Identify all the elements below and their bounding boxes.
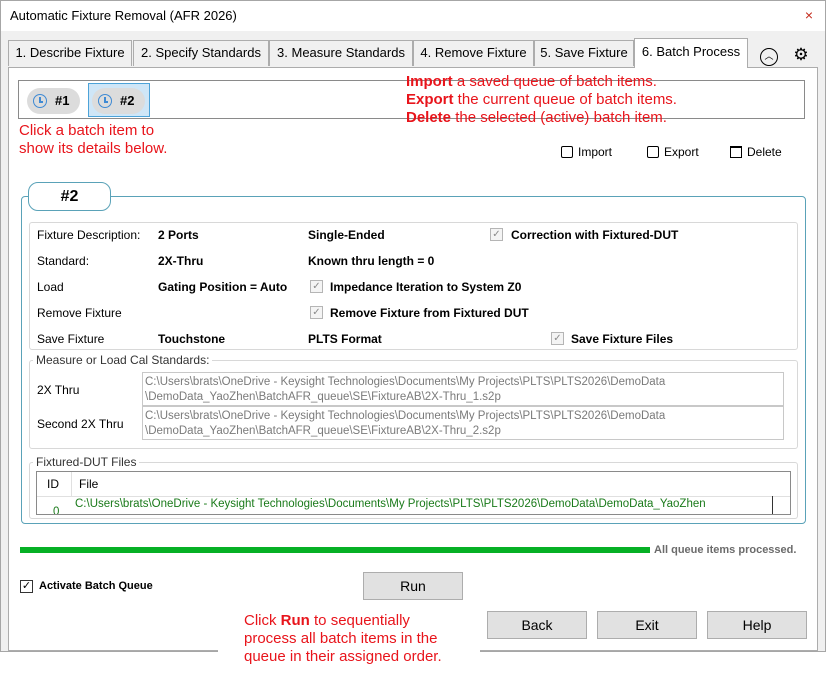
impedance-label: Impedance Iteration to System Z0 — [330, 280, 522, 294]
col-file-header[interactable]: File — [79, 472, 98, 496]
detail-title: #2 — [28, 182, 111, 211]
annotation-delete: Delete the selected (active) batch item. — [406, 109, 667, 126]
annotation-run-3: queue in their assigned order. — [244, 648, 442, 665]
help-button[interactable]: Help — [707, 611, 807, 639]
annotation-run-2: process all batch items in the — [244, 630, 438, 647]
tab-save-fixture[interactable]: 5. Save Fixture — [534, 40, 634, 66]
save-fixture-label: Save Fixture — [37, 332, 105, 346]
tab-batch-process[interactable]: 6. Batch Process — [634, 38, 748, 68]
trash-icon — [730, 146, 742, 158]
clock-icon — [33, 94, 47, 108]
save-files-checkbox: ✓ — [551, 332, 564, 345]
dut-row-id: 0 — [53, 506, 60, 515]
save-files-label: Save Fixture Files — [571, 332, 674, 346]
col-id-header[interactable]: ID — [47, 472, 59, 496]
window-title: Automatic Fixture Removal (AFR 2026) — [10, 8, 237, 23]
remove-fixture-check-label: Remove Fixture from Fixtured DUT — [330, 306, 529, 320]
annotation-click-item-1: Click a batch item to — [19, 122, 155, 139]
correction-label: Correction with Fixtured-DUT — [511, 228, 679, 242]
standard-value: 2X-Thru — [158, 254, 204, 268]
status-text: All queue items processed. — [654, 544, 797, 556]
tab-remove-fixture[interactable]: 4. Remove Fixture — [413, 40, 534, 66]
dut-files-group-title: Fixtured-DUT Files — [33, 455, 140, 469]
known-thru-value: Known thru length = 0 — [308, 254, 435, 268]
dut-row-file[interactable]: C:\Users\brats\OneDrive - Keysight Techn… — [75, 498, 706, 510]
batch-item-2[interactable]: #2 — [88, 83, 150, 117]
remove-fixture-label: Remove Fixture — [37, 306, 122, 320]
batch-item-label: #2 — [120, 93, 135, 108]
import-icon — [561, 146, 573, 158]
gear-icon[interactable]: ⚙ — [791, 45, 811, 65]
tab-describe-fixture[interactable]: 1. Describe Fixture — [8, 40, 132, 66]
back-button[interactable]: Back — [487, 611, 587, 639]
tab-specify-standards[interactable]: 2. Specify Standards — [133, 40, 269, 66]
fixture-mode-value: Single-Ended — [308, 228, 385, 242]
second-thru-label: Second 2X Thru — [37, 417, 124, 431]
correction-checkbox: ✓ — [490, 228, 503, 241]
save-format-value: Touchstone — [158, 332, 226, 346]
export-button[interactable]: Export — [647, 143, 699, 161]
annotation-run-1: Click Run to sequentially — [244, 612, 410, 629]
clock-icon — [98, 94, 112, 108]
fixture-ports-value: 2 Ports — [158, 228, 199, 242]
standards-group-title: Measure or Load Cal Standards: — [33, 353, 213, 367]
tab-measure-standards[interactable]: 3. Measure Standards — [269, 40, 413, 66]
load-label: Load — [37, 280, 64, 294]
second-thru-path-field: C:\Users\brats\OneDrive - Keysight Techn… — [142, 406, 784, 440]
batch-item-label: #1 — [55, 93, 70, 108]
batch-progress-bar — [20, 547, 650, 553]
close-icon[interactable]: × — [800, 6, 818, 24]
import-button[interactable]: Import — [561, 143, 612, 161]
annotation-click-item-2: show its details below. — [19, 140, 168, 157]
export-icon — [647, 146, 659, 158]
batch-item-1[interactable]: #1 — [23, 83, 85, 117]
run-button[interactable]: Run — [363, 572, 463, 600]
annotation-import: Import a saved queue of batch items. — [406, 73, 657, 90]
activate-batch-label: Activate Batch Queue — [39, 580, 153, 592]
impedance-checkbox: ✓ — [310, 280, 323, 293]
activate-batch-checkbox[interactable]: ✓ — [20, 580, 33, 593]
standard-label: Standard: — [37, 254, 90, 268]
thru-path-field: C:\Users\brats\OneDrive - Keysight Techn… — [142, 372, 784, 406]
delete-button[interactable]: Delete — [730, 143, 782, 161]
exit-button[interactable]: Exit — [597, 611, 697, 639]
annotation-export: Export the current queue of batch items. — [406, 91, 677, 108]
dut-files-table[interactable]: ID File 0 C:\Users\brats\OneDrive - Keys… — [36, 471, 791, 515]
collapse-chevron-icon[interactable]: ︿ — [760, 48, 778, 66]
fixture-description-label: Fixture Description: — [37, 228, 141, 242]
plts-format-value: PLTS Format — [308, 332, 382, 346]
remove-fixture-checkbox: ✓ — [310, 306, 323, 319]
thru-label: 2X Thru — [37, 383, 80, 397]
gating-value: Gating Position = Auto — [158, 280, 288, 294]
